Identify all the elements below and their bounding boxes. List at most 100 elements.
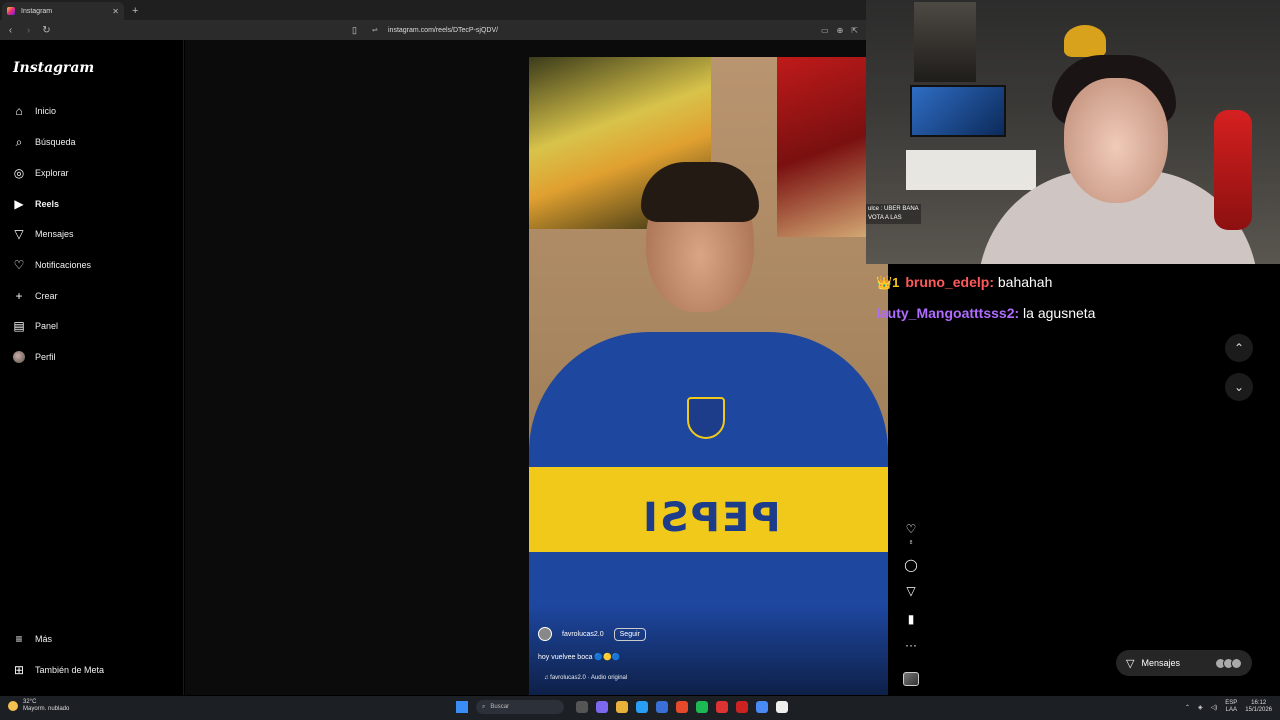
windows-start-icon[interactable] <box>456 701 468 713</box>
instagram-logo[interactable]: Instagram <box>13 60 94 76</box>
club-crest <box>687 397 725 439</box>
tray-chevron-icon[interactable]: ⌃ <box>1185 704 1190 711</box>
meta-grid-icon: ⊞ <box>13 663 25 677</box>
close-tab-icon[interactable]: ✕ <box>112 7 119 16</box>
sidebar-item-label: Panel <box>35 321 59 331</box>
taskbar: 32°C Mayorm. nublado ⌕ Buscar ⌃ ◈ ◁) ESP… <box>0 696 1280 720</box>
app-icon[interactable] <box>736 701 748 713</box>
sidebar-item-label: Reels <box>35 199 60 209</box>
cam-straw-hat <box>1064 25 1106 57</box>
browser-toolbar-icons[interactable]: ▭⊕⇱ <box>821 26 866 35</box>
chat-text: la agusneta <box>1023 305 1096 321</box>
search-icon: ⌕ <box>15 134 23 149</box>
reel-audio[interactable]: ♫ favrolucas2.0 · Audio original <box>544 675 627 681</box>
address-bar: ‹ › ↻ ▯ ⇌ instagram.com/reels/DTecP-sjQD… <box>0 20 866 40</box>
dashboard-icon: ▤ <box>13 319 25 333</box>
bookmark-icon[interactable]: ▯ <box>352 25 372 36</box>
app-icon[interactable] <box>776 701 788 713</box>
sidebar-item-reels[interactable]: ▶ Reels <box>12 195 59 213</box>
sidebar-item-label: Búsqueda <box>35 137 76 147</box>
brave-icon[interactable] <box>676 701 688 713</box>
messages-button[interactable]: ▽ Mensajes <box>1116 650 1252 676</box>
sidebar-item-inicio[interactable]: ⌂ Inicio <box>12 102 56 120</box>
reels-icon: ▶ <box>14 197 24 211</box>
taskbar-apps: ⌕ Buscar <box>456 700 792 714</box>
sidebar-item-notificaciones[interactable]: ♡ Notificaciones <box>12 256 91 274</box>
sidebar-item-crear[interactable]: + Crear <box>12 287 58 305</box>
edge-icon[interactable] <box>636 701 648 713</box>
browser-tab[interactable]: Instagram ✕ <box>2 2 124 20</box>
sidebar-item-mensajes[interactable]: ▽ Mensajes <box>12 225 73 243</box>
site-info-icon[interactable]: ⇌ <box>372 26 388 34</box>
weather-icon <box>8 701 18 711</box>
crown-badge-icon: 👑1 <box>876 275 900 290</box>
language-indicator[interactable]: ESP LAA <box>1225 700 1237 714</box>
tab-title: Instagram <box>21 7 53 15</box>
task-view-icon[interactable] <box>576 701 588 713</box>
person-hair <box>641 162 759 222</box>
weather-desc: Mayorm. nublado <box>23 706 70 712</box>
chat-username: bruno_edelp: <box>905 274 994 290</box>
sidebar-item-label: Perfil <box>35 352 56 362</box>
volume-icon[interactable]: ◁) <box>1211 704 1218 711</box>
sidebar-item-busqueda[interactable]: ⌕ Búsqueda <box>12 133 76 151</box>
store-icon[interactable] <box>656 701 668 713</box>
forward-icon[interactable]: › <box>21 25 36 36</box>
plus-icon: + <box>15 289 23 303</box>
send-icon: ▽ <box>14 227 24 241</box>
file-explorer-icon[interactable] <box>616 701 628 713</box>
reel-video[interactable]: PEPSI favrolucas2.0 Seguir hoy vuelvee b… <box>529 57 888 695</box>
search-icon: ⌕ <box>482 703 486 710</box>
menu-icon: ≡ <box>15 632 23 646</box>
omnibox[interactable]: ▯ ⇌ instagram.com/reels/DTecP-sjQDV/ ▭⊕⇱ <box>352 23 866 37</box>
new-tab-button[interactable]: + <box>132 2 138 20</box>
reel-author: favrolucas2.0 Seguir <box>538 627 646 641</box>
back-icon[interactable]: ‹ <box>3 25 18 36</box>
taskbar-search[interactable]: ⌕ Buscar <box>476 700 564 714</box>
sidebar-item-label: Inicio <box>35 106 57 116</box>
chat-text: bahahah <box>997 274 1053 290</box>
cam-chat-overlay: ulce : UBER BANA VOTA A LAS <box>866 204 921 224</box>
cam-chat-line: ulce : UBER BANA <box>868 206 919 212</box>
heart-icon: ♡ <box>13 258 25 272</box>
reel-bottom-gradient <box>529 605 888 695</box>
app-icon[interactable] <box>716 701 728 713</box>
sidebar-item-label: Más <box>35 634 53 644</box>
microphone <box>1214 110 1252 230</box>
weather-temp: 32°C <box>23 699 37 705</box>
spotify-icon[interactable] <box>696 701 708 713</box>
weather-widget[interactable]: 32°C Mayorm. nublado <box>8 699 69 713</box>
next-reel-button[interactable]: ⌄ <box>1225 373 1253 401</box>
jersey-sponsor-text: PEPSI <box>641 495 781 541</box>
sidebar-item-label: Crear <box>35 291 58 301</box>
author-avatar[interactable] <box>538 627 552 641</box>
reload-icon[interactable]: ↻ <box>39 25 54 36</box>
compass-icon: ◎ <box>13 166 25 180</box>
previous-reel-button[interactable]: ⌃ <box>1225 334 1253 362</box>
sidebar-item-explorar[interactable]: ◎ Explorar <box>12 164 69 182</box>
sidebar-item-tambien-de-meta[interactable]: ⊞ También de Meta <box>12 661 104 679</box>
author-username[interactable]: favrolucas2.0 <box>562 631 604 638</box>
url-text[interactable]: instagram.com/reels/DTecP-sjQDV/ <box>388 27 821 34</box>
cam-shelf <box>906 150 1036 190</box>
chevron-up-icon: ⌃ <box>1233 341 1245 355</box>
sidebar-item-panel[interactable]: ▤ Panel <box>12 317 58 335</box>
clock-date: 15/1/2026 <box>1245 707 1272 713</box>
app-icon[interactable] <box>596 701 608 713</box>
app-icon[interactable] <box>756 701 768 713</box>
sidebar-item-mas[interactable]: ≡ Más <box>12 630 52 648</box>
sidebar-item-label: También de Meta <box>35 665 105 675</box>
cam-chat-line: VOTA A LAS <box>868 215 902 221</box>
taskbar-search-label: Buscar <box>490 704 510 710</box>
stream-chat: 👑1 bruno_edelp: bahahah lauty_Mangoattts… <box>866 264 1280 695</box>
streamer-webcam: ulce : UBER BANA VOTA A LAS <box>866 0 1280 264</box>
sidebar-item-perfil[interactable]: Perfil <box>12 348 56 366</box>
follow-button[interactable]: Seguir <box>613 627 646 641</box>
chevron-down-icon: ⌄ <box>1233 380 1245 394</box>
lang-code: ESP <box>1225 700 1238 706</box>
clock-time: 16:12 <box>1251 700 1267 706</box>
network-icon[interactable]: ◈ <box>1198 704 1203 711</box>
cam-poster <box>914 2 976 82</box>
clock[interactable]: 16:12 15/1/2026 <box>1245 700 1272 714</box>
chat-message: lauty_Mangoatttsss2: la agusneta <box>876 305 1095 321</box>
